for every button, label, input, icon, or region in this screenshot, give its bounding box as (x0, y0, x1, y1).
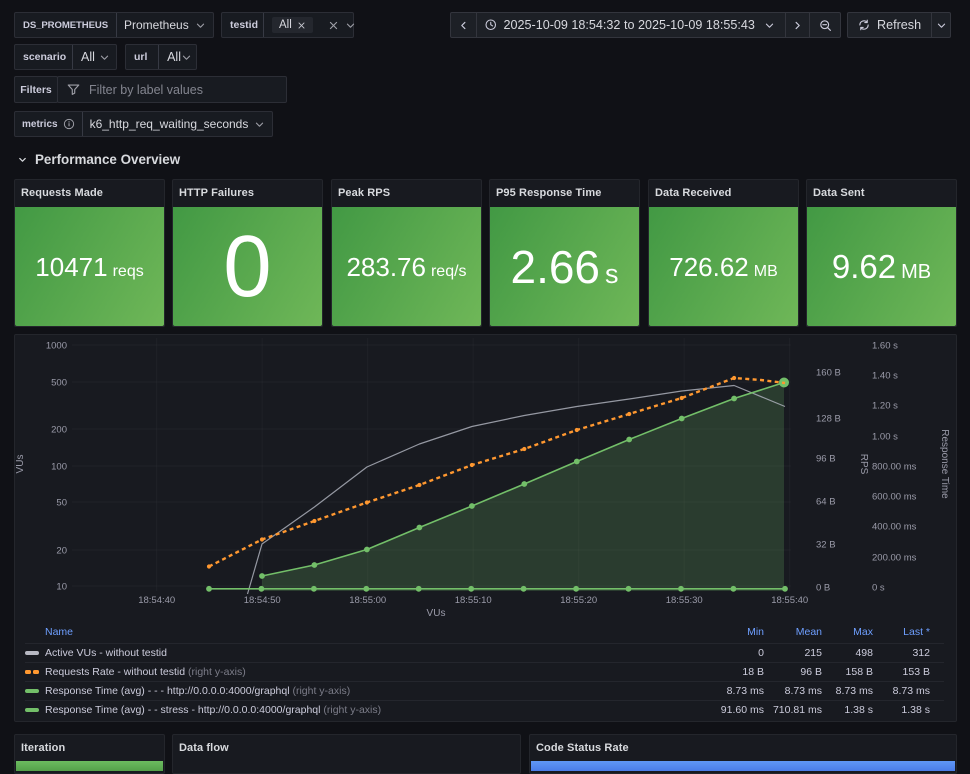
svg-text:18:54:40: 18:54:40 (138, 595, 175, 606)
svg-text:VUs: VUs (15, 455, 26, 474)
svg-text:500: 500 (51, 378, 67, 389)
svg-text:0 s: 0 s (872, 583, 885, 594)
svg-text:18:55:20: 18:55:20 (560, 595, 597, 606)
svg-text:VUs: VUs (427, 608, 446, 619)
svg-text:400.00 ms: 400.00 ms (872, 522, 917, 533)
svg-text:1.20 s: 1.20 s (872, 401, 898, 412)
svg-text:32 B: 32 B (816, 540, 836, 551)
svg-text:200: 200 (51, 425, 67, 436)
svg-text:18:55:00: 18:55:00 (349, 595, 386, 606)
svg-text:200.00 ms: 200.00 ms (872, 553, 917, 564)
svg-text:96 B: 96 B (816, 454, 836, 465)
svg-text:10: 10 (56, 582, 67, 593)
svg-text:RPS: RPS (858, 454, 869, 475)
svg-text:18:55:10: 18:55:10 (455, 595, 492, 606)
svg-text:1.60 s: 1.60 s (872, 341, 898, 352)
svg-text:128 B: 128 B (816, 414, 841, 425)
svg-text:160 B: 160 B (816, 368, 841, 379)
svg-text:800.00 ms: 800.00 ms (872, 462, 917, 473)
svg-text:0 B: 0 B (816, 583, 830, 594)
svg-text:100: 100 (51, 462, 67, 473)
svg-text:18:55:30: 18:55:30 (666, 595, 703, 606)
svg-text:1.40 s: 1.40 s (872, 371, 898, 382)
svg-text:18:55:40: 18:55:40 (771, 595, 808, 606)
svg-text:20: 20 (56, 546, 67, 557)
svg-text:600.00 ms: 600.00 ms (872, 492, 917, 503)
svg-text:18:54:50: 18:54:50 (244, 595, 281, 606)
svg-text:1.00 s: 1.00 s (872, 432, 898, 443)
svg-text:Response Time: Response Time (939, 429, 950, 499)
svg-text:50: 50 (56, 498, 67, 509)
svg-text:1000: 1000 (46, 341, 67, 352)
svg-text:64 B: 64 B (816, 497, 836, 508)
